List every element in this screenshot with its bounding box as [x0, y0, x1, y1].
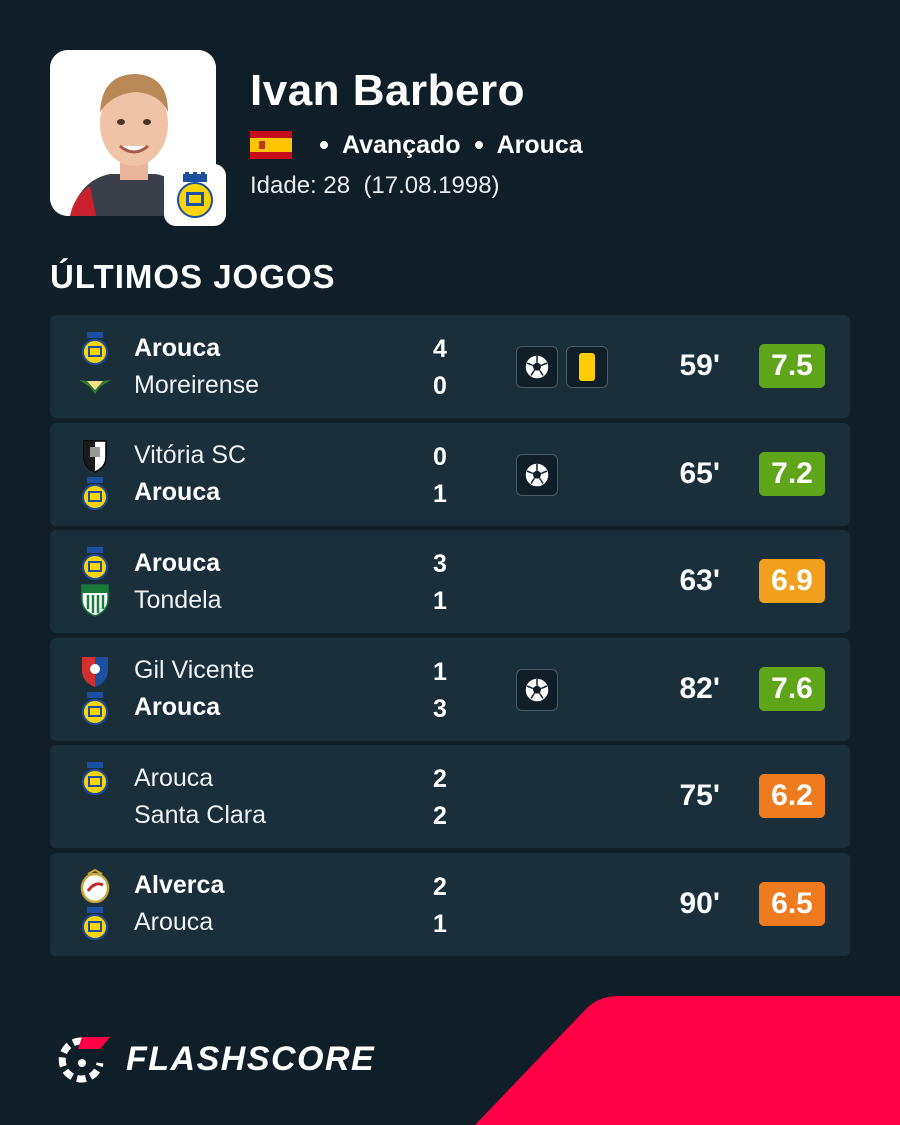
minutes-played: 59': [679, 349, 720, 382]
home-team-name: Alverca: [134, 871, 225, 899]
player-position: Avançado: [342, 130, 461, 159]
home-team: Arouca: [78, 545, 220, 581]
separator-dot: [320, 141, 328, 149]
brand-name: FLASHSCORE: [126, 1039, 376, 1078]
player-rating: 7.2: [759, 451, 825, 496]
arouca-logo: [78, 546, 112, 580]
arouca-logo: [177, 172, 213, 218]
away-team-name: Arouca: [134, 478, 221, 506]
away-team: Santa Clara: [78, 797, 266, 833]
gil-vicente-logo: [78, 654, 112, 688]
home-team-name: Arouca: [134, 548, 221, 577]
alverca-logo: [78, 868, 112, 903]
arouca-logo: [78, 476, 112, 510]
goal-icon: [516, 346, 558, 388]
birth-date: (17.08.1998): [363, 172, 500, 199]
player-meta: Avançado Arouca: [250, 130, 583, 160]
away-team-name: Arouca: [134, 908, 214, 936]
away-score: 1: [433, 909, 447, 938]
away-score: 1: [433, 587, 447, 615]
player-club[interactable]: Arouca: [497, 131, 583, 160]
separator-dot: [474, 141, 483, 149]
away-score: 2: [433, 802, 447, 830]
away-team: Arouca: [78, 905, 213, 941]
away-score: 0: [433, 372, 447, 400]
moreirense-logo: [78, 368, 112, 402]
home-score: 2: [433, 765, 447, 793]
spain-flag-icon: [250, 131, 292, 159]
home-team-name: Vitória SC: [134, 441, 247, 469]
match-row[interactable]: Arouca 2 Santa Clara 2 75' 6.2: [50, 745, 850, 848]
player-rating: 7.6: [759, 666, 825, 711]
home-team: Vitória SC: [78, 438, 246, 474]
match-row[interactable]: Arouca 3 Tondela 1 63' 6.9: [50, 530, 850, 633]
home-team: Arouca: [78, 760, 213, 796]
arouca-logo: [78, 906, 112, 940]
arouca-logo: [78, 761, 112, 795]
section-title: ÚLTIMOS JOGOS: [50, 258, 336, 295]
flashscore-brand: FLASHSCORE: [56, 1033, 375, 1085]
home-score: 1: [433, 657, 447, 686]
away-team-name: Santa Clara: [134, 800, 267, 829]
away-team-name: Tondela: [134, 585, 222, 614]
away-team-name: Moreirense: [134, 370, 260, 399]
player-name: Ivan Barbero: [250, 66, 525, 115]
away-score: 3: [433, 694, 447, 723]
minutes-played: 63': [679, 564, 720, 597]
tondela-logo: [78, 583, 112, 617]
arouca-logo: [78, 691, 112, 725]
away-team: Moreirense: [78, 367, 259, 403]
player-rating: 6.2: [759, 774, 825, 818]
age-label: Idade: 28: [250, 172, 351, 199]
away-team: Tondela: [78, 582, 222, 618]
home-team-name: Gil Vicente: [134, 656, 255, 684]
minutes-played: 65': [679, 456, 720, 490]
home-score: 0: [433, 442, 447, 471]
team-logo-placeholder: [78, 798, 112, 832]
player-rating: 6.5: [759, 881, 825, 926]
home-team: Alverca: [78, 868, 224, 904]
arouca-logo: [78, 331, 112, 365]
away-team: Arouca: [78, 690, 220, 726]
match-row[interactable]: Arouca 4 Moreirense 0 59' 7.5: [50, 315, 850, 418]
yellow-card-icon: [566, 346, 608, 388]
minutes-played: 82': [679, 671, 720, 705]
minutes-played: 75': [679, 779, 720, 812]
home-team: Arouca: [78, 330, 220, 366]
away-team: Arouca: [78, 475, 220, 511]
goal-icon: [516, 453, 558, 496]
goal-icon: [516, 668, 558, 711]
club-badge: [164, 164, 226, 226]
minutes-played: 90': [679, 886, 720, 920]
match-row[interactable]: Gil Vicente 1 Arouca 3 82' 7.6: [50, 637, 850, 741]
away-score: 1: [433, 479, 447, 508]
player-rating: 6.9: [759, 559, 825, 603]
home-score: 3: [433, 550, 447, 578]
home-score: 4: [433, 335, 447, 363]
home-score: 2: [433, 872, 447, 901]
player-rating: 7.5: [759, 344, 825, 388]
match-row[interactable]: Alverca 2 Arouca 1 90' 6.5: [50, 852, 850, 956]
home-team-name: Arouca: [134, 763, 214, 792]
home-team: Gil Vicente: [78, 653, 254, 689]
vitoria-logo: [78, 439, 112, 473]
player-age: Idade: 28 (17.08.1998): [250, 172, 500, 200]
away-team-name: Arouca: [134, 693, 221, 721]
matches-list: Arouca 4 Moreirense 0 59' 7.5 Vitória SC 0 Arouc…: [50, 315, 850, 960]
home-team-name: Arouca: [134, 333, 221, 362]
flashscore-logo-icon: [58, 1037, 110, 1083]
match-row[interactable]: Vitória SC 0 Arouca 1 65' 7.2: [50, 422, 850, 526]
